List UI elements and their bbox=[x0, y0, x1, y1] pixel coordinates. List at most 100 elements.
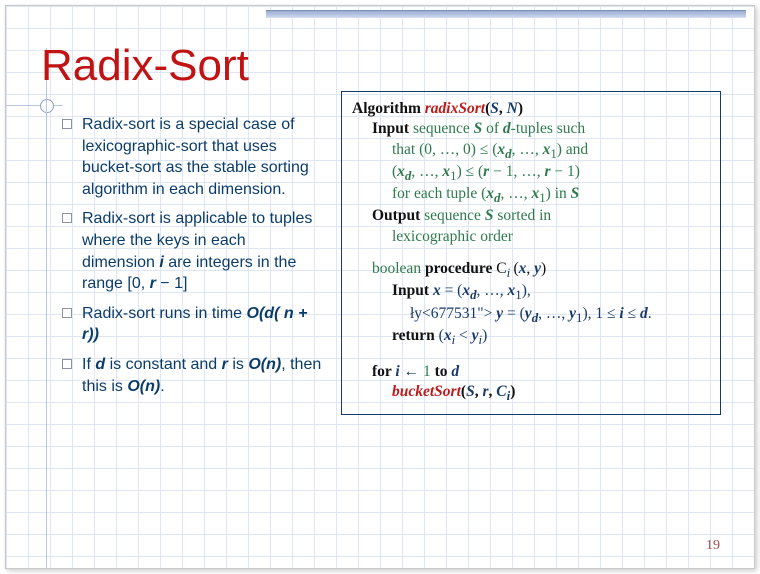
assign: ← bbox=[400, 363, 423, 380]
txt: ) and bbox=[557, 141, 588, 158]
big-o: O bbox=[127, 378, 139, 395]
algo-line: Input sequence S of d-tuples such bbox=[352, 119, 710, 139]
var-x: x bbox=[462, 282, 470, 299]
var-y: y bbox=[525, 305, 532, 322]
plus: + bbox=[294, 305, 308, 322]
txt: ), bbox=[522, 282, 531, 299]
page-number: 19 bbox=[706, 538, 720, 554]
txt: boolean bbox=[372, 260, 425, 277]
var-x: x bbox=[433, 282, 441, 299]
square-bullet-icon bbox=[62, 359, 72, 369]
txt: , …, bbox=[477, 282, 508, 299]
slide-title: Radix-Sort bbox=[41, 41, 249, 91]
var-S: S bbox=[474, 120, 483, 137]
fn-C: C bbox=[496, 260, 506, 277]
paren: ) bbox=[482, 327, 487, 344]
var-d: d bbox=[95, 356, 105, 373]
algo-line: boolean procedure Ci (x, y) bbox=[352, 259, 710, 281]
bullet-text: is constant and bbox=[105, 356, 222, 373]
spacer bbox=[352, 247, 710, 259]
var-y: y bbox=[534, 260, 541, 277]
kw-return: return bbox=[392, 327, 439, 344]
big-o: O bbox=[247, 305, 259, 322]
fn-name: bucketSort bbox=[392, 383, 461, 400]
txt: ), 1 ≤ bbox=[582, 305, 619, 322]
var-d: d bbox=[264, 305, 274, 322]
list-item: If d is constant and r is O(n), then thi… bbox=[62, 354, 322, 397]
square-bullet-icon bbox=[62, 119, 72, 129]
kw-input: Input bbox=[372, 120, 413, 137]
var-x: x bbox=[444, 327, 452, 344]
big-o: O bbox=[248, 356, 260, 373]
kw-for: for bbox=[372, 363, 395, 380]
comma: , bbox=[526, 260, 534, 277]
txt: sorted in bbox=[493, 207, 551, 224]
var-y: y bbox=[569, 305, 576, 322]
txt: ) in bbox=[546, 185, 571, 202]
square-bullet-icon bbox=[62, 308, 72, 318]
var-x: x bbox=[442, 163, 450, 180]
algo-line: Algorithm radixSort(S, N) bbox=[352, 99, 710, 119]
var-x: x bbox=[497, 141, 505, 158]
paren: ) bbox=[510, 383, 515, 400]
kw-output: Output bbox=[372, 207, 424, 224]
crosshair-decor bbox=[39, 98, 53, 112]
algo-line: that (0, …, 0) ≤ (xd, …, x1) and bbox=[352, 140, 710, 162]
square-bullet-icon bbox=[62, 213, 72, 223]
var-n: n bbox=[284, 305, 294, 322]
var-x: x bbox=[397, 163, 405, 180]
slide-canvas: Radix-Sort Radix-sort is a special case … bbox=[5, 5, 755, 569]
var-d: d bbox=[451, 363, 459, 380]
list-item: Radix-sort is applicable to tuples where… bbox=[62, 208, 322, 294]
txt: , …, bbox=[500, 185, 531, 202]
var-n: n bbox=[266, 356, 276, 373]
list-item: Radix-sort runs in time O(d( n + r)) bbox=[62, 303, 322, 346]
algo-line: lexicographic order bbox=[352, 227, 710, 247]
var-y: y bbox=[472, 327, 479, 344]
var-n: n bbox=[145, 378, 155, 395]
txt: sequence bbox=[413, 120, 474, 137]
algo-line: Output sequence S sorted in bbox=[352, 206, 710, 226]
txt: , …, bbox=[512, 141, 543, 158]
txt: for each tuple ( bbox=[392, 185, 486, 202]
algo-line: for i ← 1 to d bbox=[352, 362, 710, 382]
arg-C: C bbox=[496, 383, 506, 400]
var-x: x bbox=[486, 185, 494, 202]
txt: , …, bbox=[411, 163, 442, 180]
lt: < bbox=[455, 327, 472, 344]
fn-name: radixSort bbox=[425, 100, 485, 117]
bullet-text: Radix-sort is a special case of lexicogr… bbox=[82, 116, 309, 198]
bullet-text: . bbox=[160, 378, 164, 395]
algo-line: ły<677531"> y = (yd, …, y1), 1 ≤ i ≤ d. bbox=[352, 304, 710, 326]
var-d: d bbox=[640, 305, 648, 322]
txt: -tuples such bbox=[511, 120, 585, 137]
range-open: [0, bbox=[127, 275, 149, 292]
arg-S: S bbox=[466, 383, 475, 400]
var-d: d bbox=[503, 120, 511, 137]
list-item: Radix-sort is a special case of lexicogr… bbox=[62, 114, 322, 200]
spacer bbox=[352, 348, 710, 362]
txt: of bbox=[482, 120, 503, 137]
kw-procedure: procedure bbox=[425, 260, 496, 277]
algorithm-box: Algorithm radixSort(S, N) Input sequence… bbox=[341, 91, 721, 415]
algo-line: (xd, …, x1) ≤ (r − 1, …, r − 1) bbox=[352, 162, 710, 184]
txt: sequence bbox=[424, 207, 485, 224]
kw-input: Input bbox=[392, 282, 433, 299]
txt: ) ≤ ( bbox=[457, 163, 484, 180]
arg-S: S bbox=[490, 100, 499, 117]
kw-algorithm: Algorithm bbox=[352, 100, 425, 117]
bullet-list: Radix-sort is a special case of lexicogr… bbox=[62, 114, 322, 405]
arg-N: N bbox=[507, 100, 518, 117]
num-1: 1 bbox=[423, 363, 431, 380]
range-close: − 1] bbox=[156, 275, 188, 292]
paren: )) bbox=[88, 326, 99, 343]
txt: , …, bbox=[538, 305, 569, 322]
txt: ≤ bbox=[624, 305, 640, 322]
kw-to: to bbox=[431, 363, 452, 380]
paren: ) bbox=[518, 100, 523, 117]
txt: = ( bbox=[503, 305, 525, 322]
comma: , bbox=[499, 100, 507, 117]
txt: − 1, …, bbox=[489, 163, 544, 180]
algo-line: Input x = (xd, …, x1), bbox=[352, 281, 710, 303]
paren: ) bbox=[541, 260, 546, 277]
